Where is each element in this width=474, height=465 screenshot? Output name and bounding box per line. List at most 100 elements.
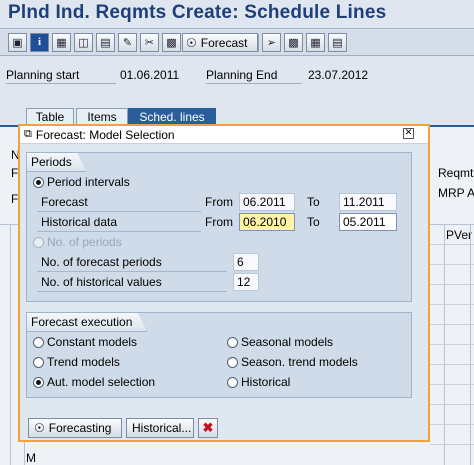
screen-icon[interactable]: ▩ <box>284 33 303 52</box>
no-of-periods-radio[interactable]: No. of periods <box>33 235 122 249</box>
historical-to-label: To <box>307 215 320 229</box>
dialog-window-icon: ⧉ <box>24 128 32 140</box>
forecast-to-label: To <box>307 195 320 209</box>
grid-row-line <box>430 344 474 345</box>
forecast-model-selection-dialog: ⧉ Forecast: Model Selection ✕ Periods Pe… <box>18 124 430 442</box>
aut-model-selection-radio[interactable]: Aut. model selection <box>33 375 155 389</box>
close-icon[interactable]: ✕ <box>403 128 414 139</box>
grid-column-line <box>470 225 471 465</box>
cancel-icon: ✖ <box>202 420 214 435</box>
forecast-icon: ☉ <box>186 35 197 50</box>
tab-items[interactable]: Items <box>76 108 128 125</box>
info-icon[interactable]: i <box>30 33 49 52</box>
grid-row-line <box>430 424 474 425</box>
historical-values-label: No. of historical values <box>41 275 162 289</box>
radio-icon <box>227 376 238 388</box>
scissors-icon[interactable]: ✂ <box>140 33 159 52</box>
historical-button[interactable]: Historical... <box>126 418 194 438</box>
forecast-from-field[interactable]: 06.2011 <box>239 193 295 211</box>
calculator-icon[interactable]: ▩ <box>162 33 181 52</box>
reqmts-label: Reqmts <box>438 166 474 180</box>
grid-row-line <box>430 304 474 305</box>
season-trend-models-label: Season. trend models <box>241 355 358 369</box>
constant-models-label: Constant models <box>47 335 138 349</box>
radio-disabled-icon <box>33 236 44 248</box>
tab-table[interactable]: Table <box>26 108 74 125</box>
tab-sched-lines[interactable]: Sched. lines <box>128 108 216 125</box>
forecasting-button[interactable]: ☉ Forecasting <box>28 418 122 438</box>
forecast-execution-group: Forecast execution Constant models Trend… <box>26 312 412 398</box>
bg-left-glyph: M <box>26 451 36 465</box>
edit-icon[interactable]: ✎ <box>118 33 137 52</box>
forecast-to-field[interactable]: 11.2011 <box>339 193 397 211</box>
radio-icon <box>33 356 44 368</box>
forecast-button[interactable]: ☉ Forecast <box>182 33 258 52</box>
historical-label: Historical <box>241 375 291 389</box>
table-icon[interactable]: ▦ <box>306 33 325 52</box>
planning-start-value: 01.06.2011 <box>120 68 180 82</box>
historical-values-field[interactable]: 12 <box>233 273 259 291</box>
forecast-from-label: From <box>205 195 233 209</box>
cancel-button[interactable]: ✖ <box>198 418 218 438</box>
toolbar-separator <box>258 34 259 52</box>
radio-selected-icon <box>33 176 44 188</box>
planning-start-underline <box>6 83 116 84</box>
grid-row-line <box>430 404 474 405</box>
grid-column-line <box>444 225 445 465</box>
seasonal-models-label: Seasonal models <box>241 335 334 349</box>
forecasting-button-label: Forecasting <box>48 421 112 435</box>
aut-model-selection-label: Aut. model selection <box>47 375 156 389</box>
grid-row-line <box>430 444 474 445</box>
constant-models-radio[interactable]: Constant models <box>33 335 137 349</box>
planning-end-underline <box>206 83 302 84</box>
radio-selected-icon <box>33 376 44 388</box>
grid-row-line <box>430 244 474 245</box>
layout-icon[interactable]: ▤ <box>328 33 347 52</box>
pver-column-header: PVer <box>446 228 473 242</box>
historical-to-field[interactable]: 05.2011 <box>339 213 397 231</box>
historical-from-field[interactable]: 06.2010 <box>239 213 295 231</box>
radio-icon <box>227 356 238 368</box>
period-intervals-radio[interactable]: Period intervals <box>33 175 130 189</box>
radio-icon <box>33 336 44 348</box>
historical-from-label: From <box>205 215 233 229</box>
dialog-title-bar[interactable]: ⧉ Forecast: Model Selection <box>20 126 428 144</box>
grid-row-line <box>430 284 474 285</box>
no-of-periods-label: No. of periods <box>47 235 122 249</box>
trend-models-label: Trend models <box>47 355 120 369</box>
mrp-area-label: MRP A <box>438 186 474 200</box>
cursor-icon[interactable]: ➢ <box>262 33 281 52</box>
trash-icon[interactable]: ◫ <box>74 33 93 52</box>
periods-group-title: Periods <box>26 152 87 172</box>
planning-end-value: 23.07.2012 <box>308 68 369 82</box>
dialog-title: Forecast: Model Selection <box>35 127 175 142</box>
grid-row-line <box>430 384 474 385</box>
season-trend-models-radio[interactable]: Season. trend models <box>227 355 358 369</box>
document-icon[interactable]: ▤ <box>96 33 115 52</box>
grid-row-line <box>430 264 474 265</box>
period-intervals-label: Period intervals <box>47 175 130 189</box>
radio-icon <box>227 336 238 348</box>
planning-end-label: Planning End <box>206 68 278 82</box>
periods-group: Periods Period intervals Forecast From 0… <box>26 152 412 302</box>
grid-row-line <box>430 364 474 365</box>
historical-button-label: Historical... <box>132 421 192 435</box>
title-divider <box>0 28 474 29</box>
historical-values-underline <box>37 291 227 292</box>
planning-start-label: Planning start <box>6 68 80 82</box>
historical-data-label: Historical data <box>41 215 118 229</box>
trend-models-radio[interactable]: Trend models <box>33 355 120 369</box>
historical-radio[interactable]: Historical <box>227 375 290 389</box>
grid-row-line <box>430 324 474 325</box>
seasonal-models-radio[interactable]: Seasonal models <box>227 335 333 349</box>
forecast-row-underline <box>37 211 201 212</box>
historical-row-underline <box>37 231 201 232</box>
grid-column-line <box>10 225 11 465</box>
forecast-periods-underline <box>37 271 227 272</box>
hierarchy-icon[interactable]: ▦ <box>52 33 71 52</box>
car-icon[interactable]: ▣ <box>8 33 27 52</box>
forecast-execution-group-title: Forecast execution <box>26 312 147 332</box>
forecast-label: Forecast <box>41 195 88 209</box>
forecast-icon: ☉ <box>34 421 45 435</box>
forecast-periods-field[interactable]: 6 <box>233 253 259 271</box>
